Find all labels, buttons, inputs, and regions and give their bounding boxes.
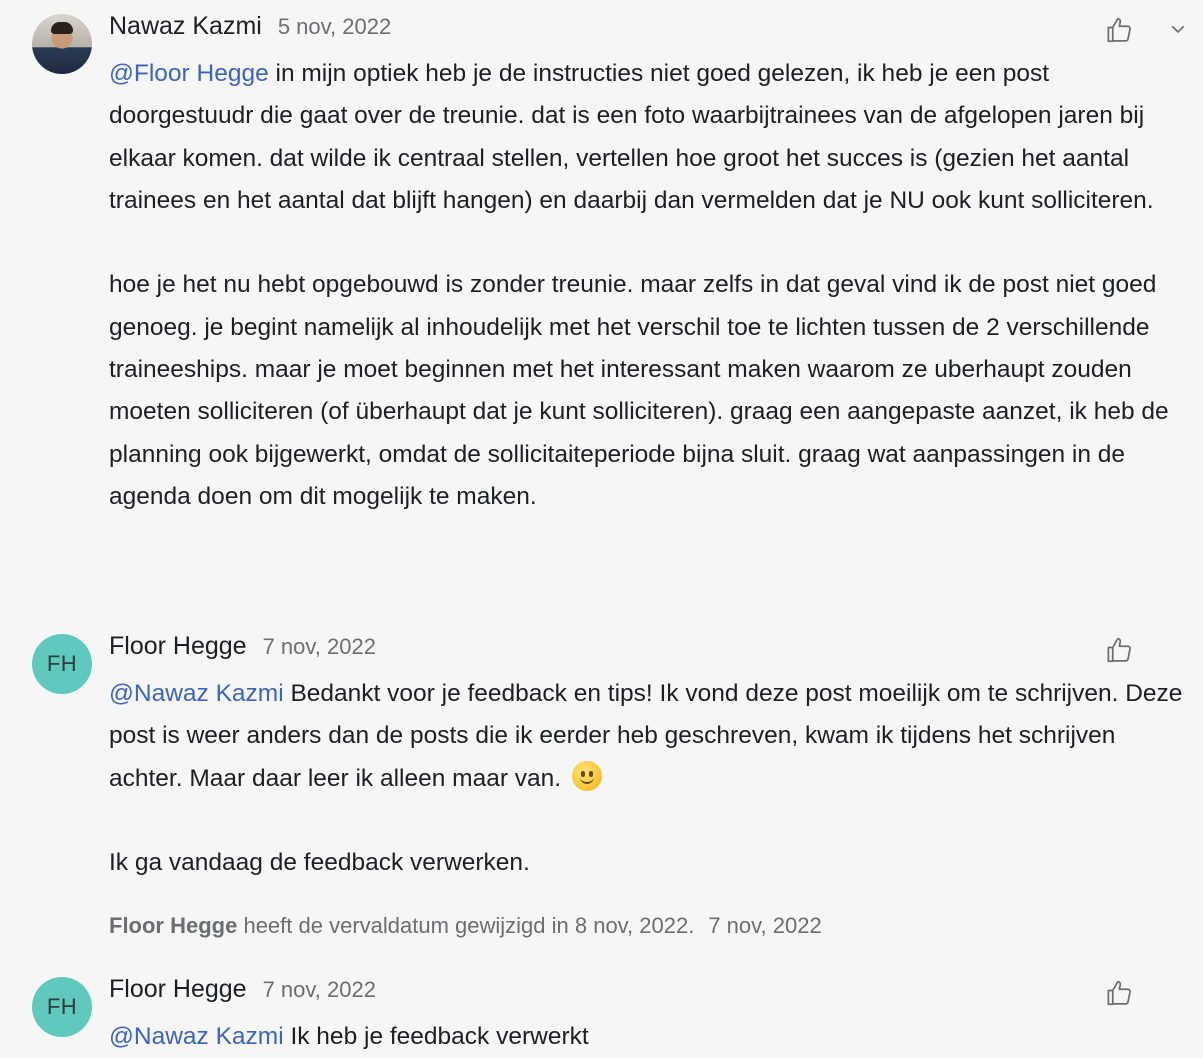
comment-paragraph: Ik ga vandaag de feedback verwerken. <box>109 842 1184 884</box>
activity-timestamp: 7 nov, 2022 <box>708 913 822 938</box>
mention-link[interactable]: @Nawaz Kazmi <box>109 680 284 707</box>
comment-paragraph: hoe je het nu hebt opgebouwd is zonder t… <box>109 264 1184 518</box>
comment-paragraph: @Nawaz Kazmi Ik heb je feedback verwerkt <box>109 1016 1184 1058</box>
comment-body: @Nawaz Kazmi Bedankt voor je feedback en… <box>109 673 1184 884</box>
comment-body: @Nawaz Kazmi Ik heb je feedback verwerkt <box>109 1016 1184 1058</box>
avatar-initials: FH <box>46 994 78 1019</box>
avatar[interactable]: FH <box>32 634 92 694</box>
paragraph-text: Ik ga vandaag de feedback verwerken. <box>109 849 530 877</box>
comment-date: 7 nov, 2022 <box>262 634 376 659</box>
author-name[interactable]: Floor Hegge <box>109 975 247 1004</box>
like-button[interactable] <box>1101 975 1137 1011</box>
paragraph-text: Ik heb je feedback verwerkt <box>283 1023 589 1050</box>
avatar-initials: FH <box>46 651 78 676</box>
mention-link[interactable]: @Floor Hegge <box>109 60 269 87</box>
avatar-hair <box>51 22 73 34</box>
activity-actor[interactable]: Floor Hegge <box>109 913 237 938</box>
comment-paragraph: @Nawaz Kazmi Bedankt voor je feedback en… <box>109 673 1184 800</box>
activity-log-entry: Floor Hegge heeft de vervaldatum gewijzi… <box>109 913 822 939</box>
activity-action: heeft de vervaldatum gewijzigd in 8 nov,… <box>237 913 695 938</box>
thumbs-up-icon <box>1107 637 1131 663</box>
thumbs-up-icon <box>1107 17 1131 43</box>
comment-menu-button[interactable] <box>1163 14 1193 44</box>
chevron-down-icon <box>1171 25 1185 33</box>
comment-body: @Floor Hegge in mijn optiek heb je de in… <box>109 53 1184 518</box>
comment-header: Floor Hegge 7 nov, 2022 <box>109 632 376 668</box>
author-name[interactable]: Nawaz Kazmi <box>109 12 262 41</box>
like-button[interactable] <box>1101 12 1137 48</box>
like-button[interactable] <box>1101 632 1137 668</box>
mention-link[interactable]: @Nawaz Kazmi <box>109 1023 284 1050</box>
comment-thread: Nawaz Kazmi 5 nov, 2022 @Floor Hegge in … <box>0 0 1203 1057</box>
thumbs-up-icon <box>1107 980 1131 1006</box>
avatar[interactable] <box>32 14 92 74</box>
author-name[interactable]: Floor Hegge <box>109 632 247 661</box>
emoji-smile <box>579 774 594 784</box>
comment-header: Floor Hegge 7 nov, 2022 <box>109 975 376 1011</box>
slightly-smiling-face-icon <box>571 760 602 791</box>
comment-date: 5 nov, 2022 <box>277 14 392 39</box>
paragraph-text: hoe je het nu hebt opgebouwd is zonder t… <box>109 271 1169 510</box>
avatar[interactable]: FH <box>32 977 92 1037</box>
comment-paragraph: @Floor Hegge in mijn optiek heb je de in… <box>109 53 1184 222</box>
comment-date: 7 nov, 2022 <box>262 977 376 1002</box>
comment-header: Nawaz Kazmi 5 nov, 2022 <box>109 12 391 48</box>
